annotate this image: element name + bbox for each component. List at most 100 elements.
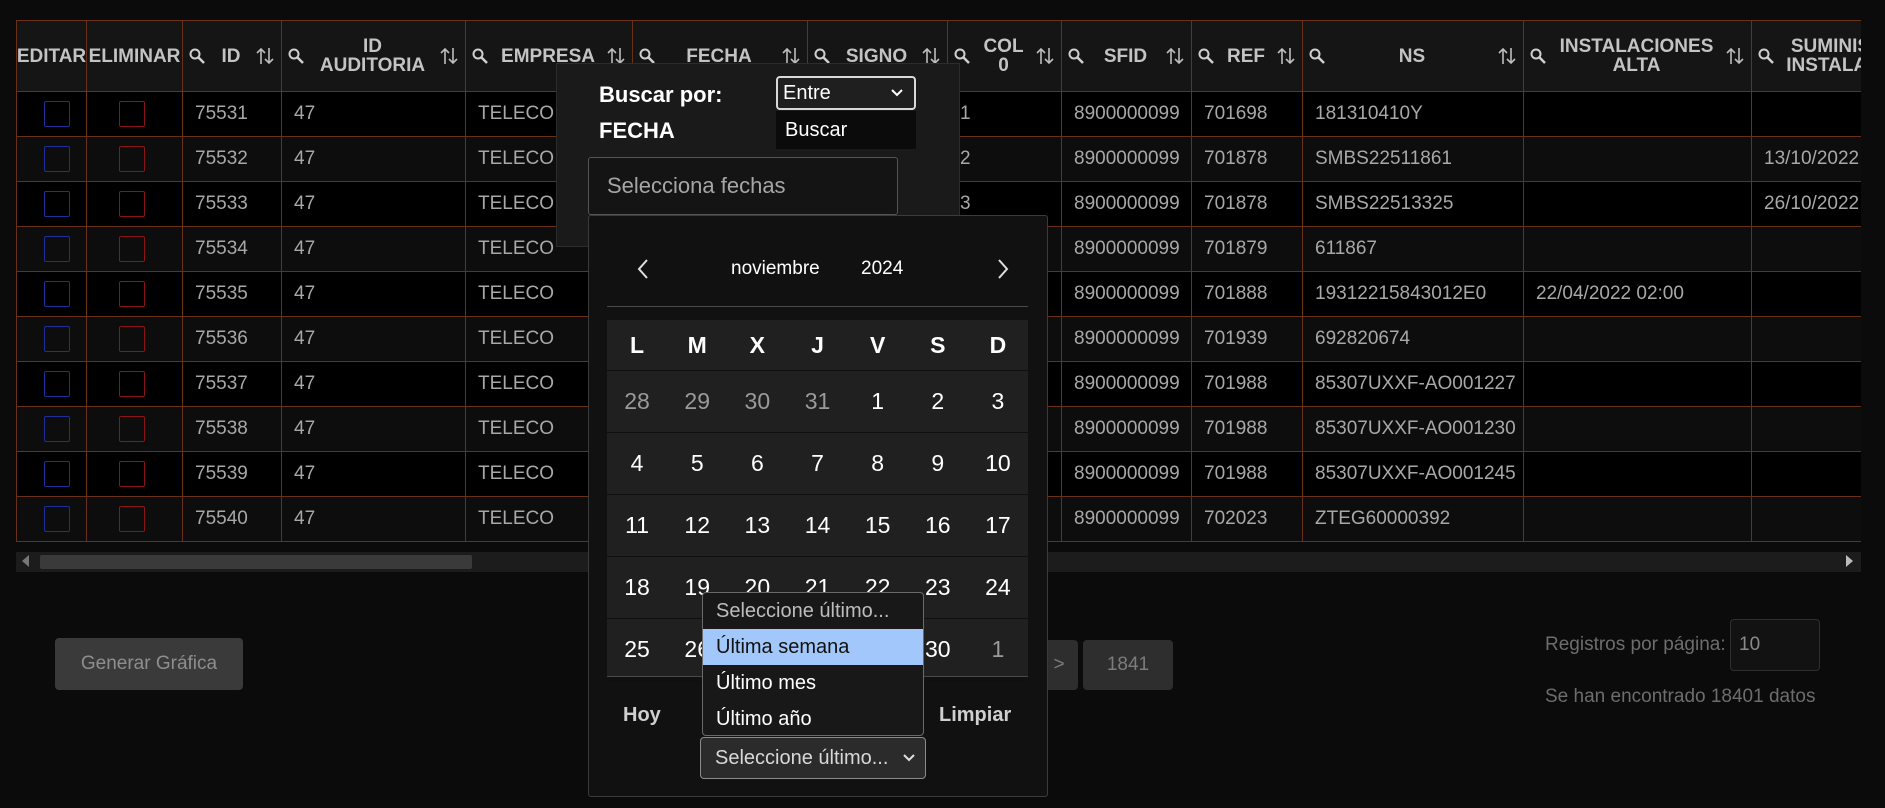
calendar-day[interactable]: 16	[908, 495, 968, 556]
last-page-button[interactable]: 1841	[1083, 640, 1173, 690]
calendar-day[interactable]: 7	[787, 433, 847, 494]
column-search-trigger[interactable]	[472, 48, 494, 64]
calendar-day[interactable]: 9	[908, 433, 968, 494]
column-search-trigger[interactable]	[954, 48, 976, 64]
range-option[interactable]: Último año	[703, 701, 923, 737]
column-sort-trigger[interactable]	[1161, 46, 1185, 66]
edit-row-checkbox[interactable]	[44, 326, 70, 352]
column-header[interactable]: ID AUDITORIA	[281, 20, 466, 92]
range-option[interactable]: Última semana	[703, 629, 923, 665]
search-icon[interactable]	[472, 48, 488, 64]
column-search-trigger[interactable]	[288, 48, 310, 64]
column-search-trigger[interactable]	[639, 48, 661, 64]
scrollbar-thumb[interactable]	[40, 555, 472, 569]
search-icon[interactable]	[954, 48, 970, 64]
calendar-day[interactable]: 2	[908, 371, 968, 432]
search-icon[interactable]	[1198, 48, 1214, 64]
calendar-day[interactable]: 29	[667, 371, 727, 432]
calendar-day[interactable]: 1	[968, 619, 1028, 680]
delete-row-checkbox[interactable]	[119, 101, 145, 127]
delete-row-checkbox[interactable]	[119, 416, 145, 442]
column-header[interactable]: ID	[182, 20, 282, 92]
scroll-right-arrow-icon[interactable]	[1846, 555, 1853, 567]
delete-row-checkbox[interactable]	[119, 461, 145, 487]
calendar-day[interactable]: 3	[968, 371, 1028, 432]
column-header[interactable]: INSTALACIONES ALTA	[1523, 20, 1752, 92]
column-search-trigger[interactable]	[1530, 48, 1552, 64]
range-preset-select[interactable]: Seleccione último...	[700, 737, 926, 779]
rows-per-page-input[interactable]	[1730, 619, 1820, 671]
delete-row-checkbox[interactable]	[119, 506, 145, 532]
calendar-day[interactable]: 12	[667, 495, 727, 556]
edit-row-checkbox[interactable]	[44, 371, 70, 397]
calendar-year[interactable]: 2024	[861, 254, 903, 284]
calendar-day[interactable]: 31	[787, 371, 847, 432]
column-search-trigger[interactable]	[814, 48, 836, 64]
column-search-trigger[interactable]	[1068, 48, 1090, 64]
calendar-day[interactable]: 6	[727, 433, 787, 494]
calendar-month[interactable]: noviembre	[731, 254, 820, 284]
delete-row-checkbox[interactable]	[119, 146, 145, 172]
sort-icon[interactable]	[439, 46, 459, 66]
date-range-input[interactable]: Selecciona fechas	[588, 157, 898, 215]
sort-icon[interactable]	[1725, 46, 1745, 66]
search-icon[interactable]	[288, 48, 304, 64]
delete-row-checkbox[interactable]	[119, 371, 145, 397]
delete-row-checkbox[interactable]	[119, 236, 145, 262]
clear-button[interactable]: Limpiar	[939, 704, 1011, 727]
sort-icon[interactable]	[1165, 46, 1185, 66]
range-option[interactable]: Último mes	[703, 665, 923, 701]
calendar-day[interactable]: 17	[968, 495, 1028, 556]
column-search-trigger[interactable]	[189, 48, 211, 64]
previous-month-button[interactable]	[629, 254, 657, 284]
column-sort-trigger[interactable]	[1031, 46, 1055, 66]
search-icon[interactable]	[814, 48, 830, 64]
next-month-button[interactable]	[989, 254, 1017, 284]
column-search-trigger[interactable]	[1758, 48, 1780, 64]
calendar-day[interactable]: 8	[848, 433, 908, 494]
column-sort-trigger[interactable]	[251, 46, 275, 66]
edit-row-checkbox[interactable]	[44, 461, 70, 487]
delete-row-checkbox[interactable]	[119, 191, 145, 217]
calendar-day[interactable]: 11	[607, 495, 667, 556]
calendar-day[interactable]: 13	[727, 495, 787, 556]
search-icon[interactable]	[1530, 48, 1546, 64]
column-header[interactable]: COL 0	[947, 20, 1062, 92]
edit-row-checkbox[interactable]	[44, 416, 70, 442]
column-search-trigger[interactable]	[1309, 48, 1331, 64]
sort-icon[interactable]	[1497, 46, 1517, 66]
edit-row-checkbox[interactable]	[44, 191, 70, 217]
column-header[interactable]: NS	[1302, 20, 1524, 92]
search-icon[interactable]	[1068, 48, 1084, 64]
sort-icon[interactable]	[255, 46, 275, 66]
column-header[interactable]: EDITAR	[16, 20, 87, 92]
sort-icon[interactable]	[1276, 46, 1296, 66]
column-header[interactable]: SFID	[1061, 20, 1192, 92]
search-icon[interactable]	[639, 48, 655, 64]
calendar-day[interactable]: 10	[968, 433, 1028, 494]
edit-row-checkbox[interactable]	[44, 281, 70, 307]
today-button[interactable]: Hoy	[623, 704, 661, 727]
generate-chart-button[interactable]: Generar Gráfica	[55, 638, 243, 690]
filter-mode-select[interactable]: Entre	[776, 76, 916, 110]
calendar-day[interactable]: 30	[727, 371, 787, 432]
column-header[interactable]: SUMINISTRO INSTALACION	[1751, 20, 1861, 92]
column-header[interactable]: ELIMINAR	[86, 20, 183, 92]
column-sort-trigger[interactable]	[1272, 46, 1296, 66]
delete-row-checkbox[interactable]	[119, 326, 145, 352]
scroll-left-arrow-icon[interactable]	[22, 555, 29, 567]
edit-row-checkbox[interactable]	[44, 146, 70, 172]
edit-row-checkbox[interactable]	[44, 101, 70, 127]
sort-icon[interactable]	[1035, 46, 1055, 66]
column-sort-trigger[interactable]	[1493, 46, 1517, 66]
search-icon[interactable]	[1758, 48, 1774, 64]
filter-mode-option[interactable]: Buscar	[776, 111, 916, 149]
calendar-day[interactable]: 14	[787, 495, 847, 556]
calendar-day[interactable]: 5	[667, 433, 727, 494]
calendar-day[interactable]: 25	[607, 619, 667, 680]
calendar-day[interactable]: 15	[848, 495, 908, 556]
column-search-trigger[interactable]	[1198, 48, 1220, 64]
calendar-day[interactable]: 28	[607, 371, 667, 432]
calendar-day[interactable]: 4	[607, 433, 667, 494]
search-icon[interactable]	[1309, 48, 1325, 64]
